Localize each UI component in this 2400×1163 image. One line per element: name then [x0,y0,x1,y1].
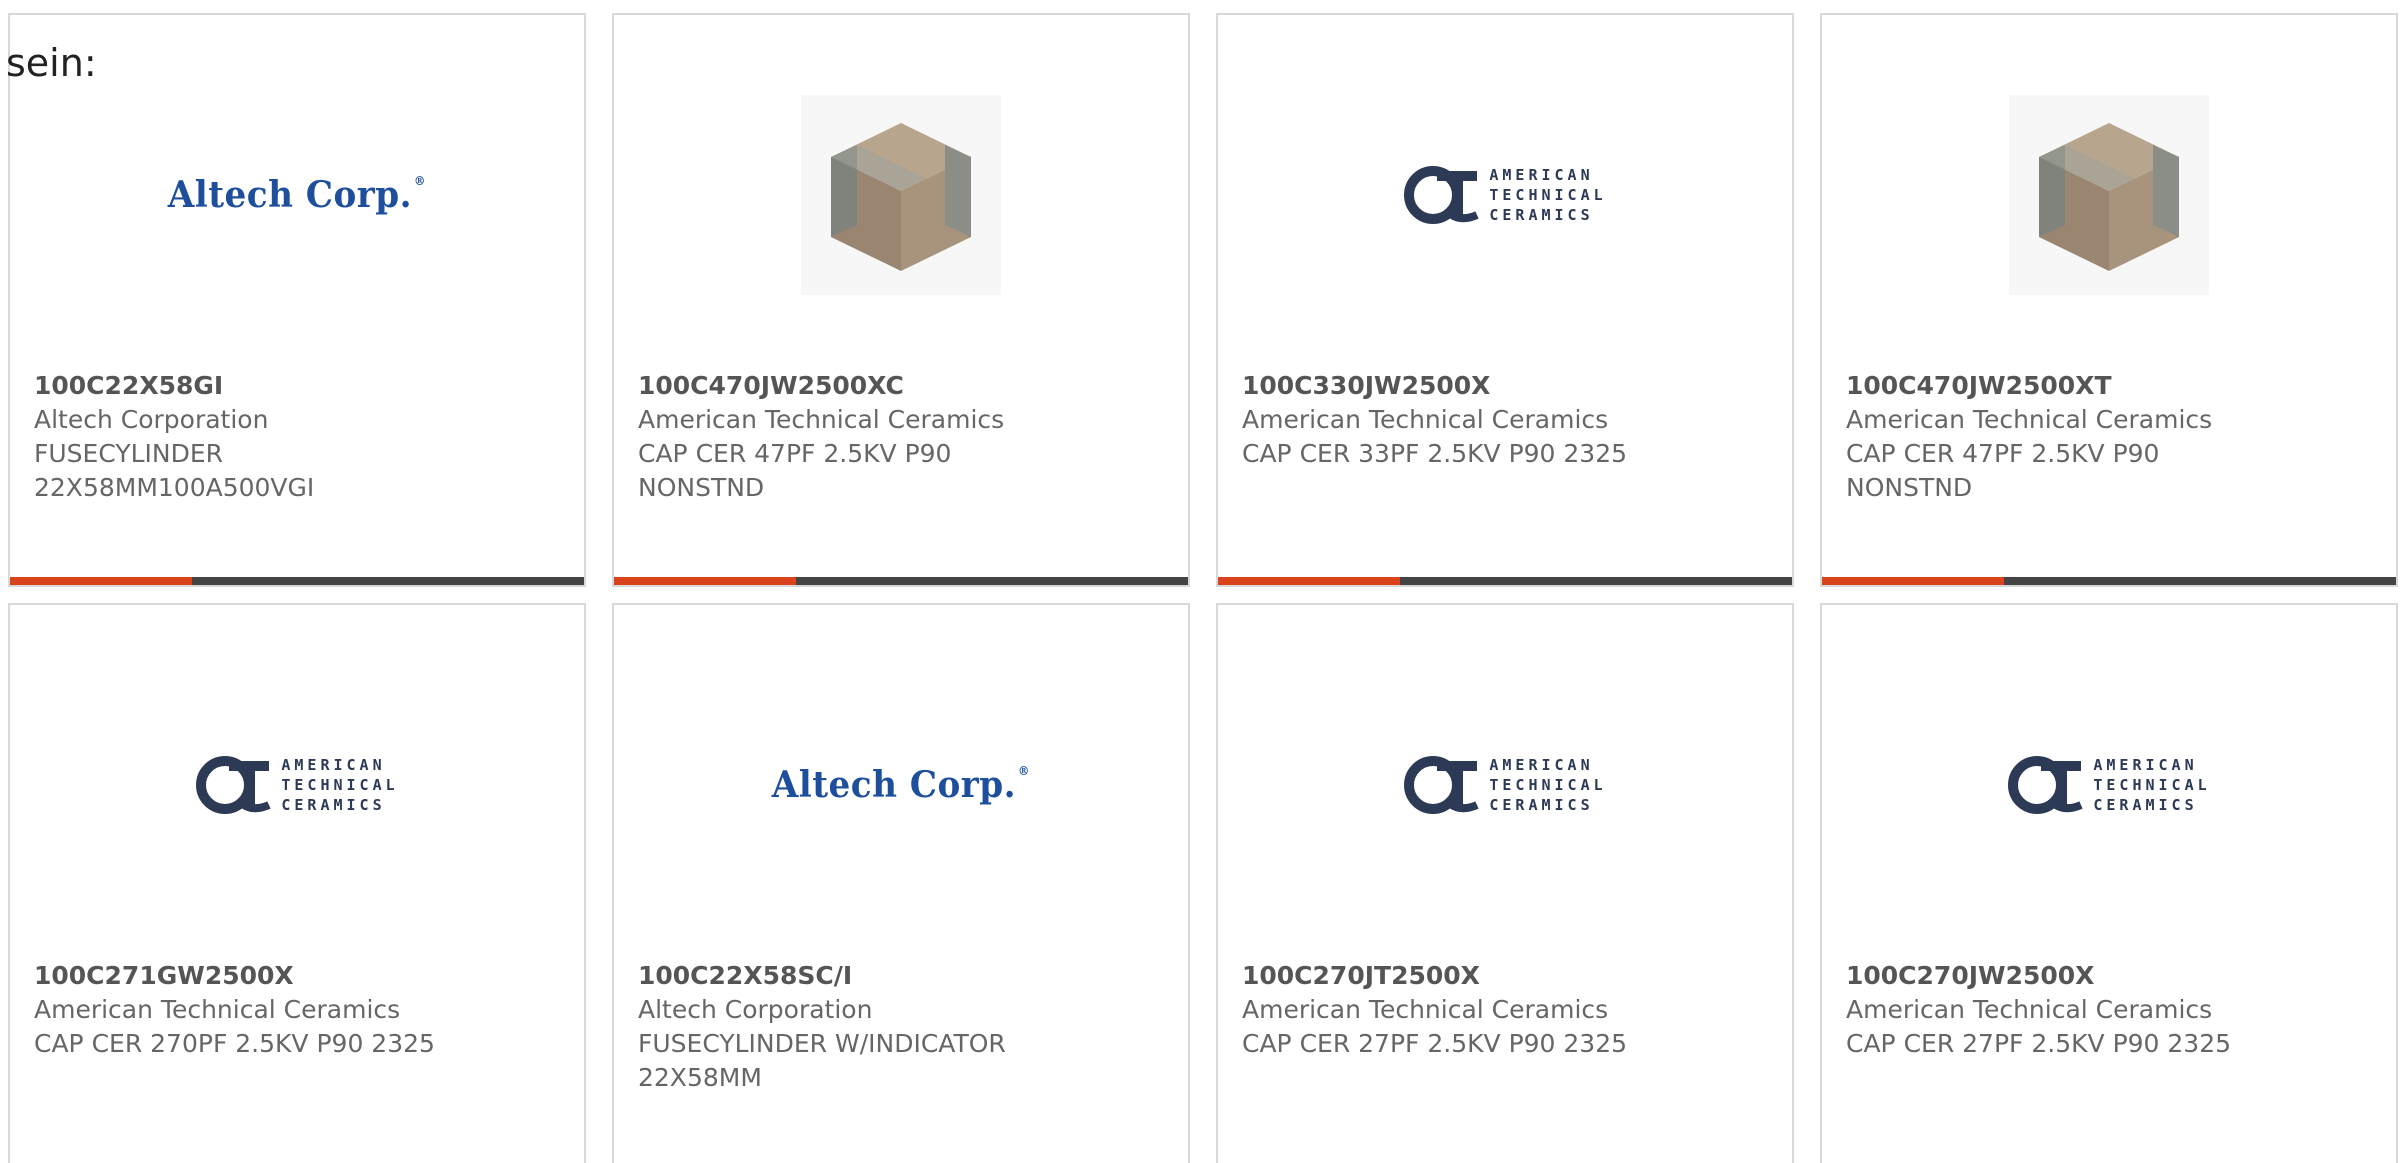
description: CAP CER 270PF 2.5KV P90 2325 [34,1029,435,1058]
part-number: 100C22X58GI [34,371,224,400]
description: NONSTND [1846,473,1973,502]
intro-text: sein: [6,41,97,85]
description: CAP CER 27PF 2.5KV P90 2325 [1242,1029,1628,1058]
atc-logo: AMERICAN TECHNICAL CERAMICS [2007,747,2210,823]
part-number: 100C271GW2500X [34,961,294,990]
product-image: Altech Corp. ® [10,77,584,313]
product-card[interactable]: AMERICAN TECHNICAL CERAMICS 100C270JW250… [1820,603,2398,1163]
card-bar [1218,577,1792,585]
atc-emblem-icon [1404,166,1479,224]
manufacturer: Altech Corporation [34,405,269,434]
product-card[interactable]: 100C470JW2500XC American Technical Ceram… [612,13,1190,587]
manufacturer: American Technical Ceramics [34,995,401,1024]
part-number: 100C22X58SC/I [638,961,853,990]
description: 22X58MM100A500VGI [34,473,315,502]
product-image: AMERICAN TECHNICAL CERAMICS [1822,667,2396,903]
product-card[interactable]: AMERICAN TECHNICAL CERAMICS 100C270JT250… [1216,603,1794,1163]
altech-logo: Altech Corp. ® [771,764,1031,806]
ceramic-capacitor-photo [2009,95,2209,295]
manufacturer: American Technical Ceramics [638,405,1005,434]
atc-logo: AMERICAN TECHNICAL CERAMICS [195,747,398,823]
card-bar [10,577,584,585]
product-image: Altech Corp. ® [614,667,1188,903]
part-number: 100C330JW2500X [1242,371,1491,400]
description: CAP CER 33PF 2.5KV P90 2325 [1242,439,1628,468]
description: NONSTND [638,473,765,502]
description: CAP CER 47PF 2.5KV P90 [638,439,952,468]
manufacturer: American Technical Ceramics [1846,405,2213,434]
description: FUSECYLINDER W/INDICATOR [638,1029,1006,1058]
product-card[interactable]: Altech Corp. ® 100C22X58SC/I Altech Corpo… [612,603,1190,1163]
product-image [614,77,1188,313]
part-number: 100C270JW2500X [1846,961,2095,990]
product-card[interactable]: Altech Corp. ® 100C22X58GI Altech Corpora… [8,13,586,587]
product-grid-page: sein: Altech Corp. ® 100C22X58GI Altech C… [0,0,2400,1163]
description: 22X58MM [638,1063,762,1092]
product-image: AMERICAN TECHNICAL CERAMICS [10,667,584,903]
card-bar [614,577,1188,585]
product-image: AMERICAN TECHNICAL CERAMICS [1218,667,1792,903]
product-card[interactable]: AMERICAN TECHNICAL CERAMICS 100C271GW250… [8,603,586,1163]
card-bar [1822,577,2396,585]
altech-logo: Altech Corp. ® [167,174,427,216]
atc-logo: AMERICAN TECHNICAL CERAMICS [1403,747,1606,823]
part-number: 100C270JT2500X [1242,961,1480,990]
manufacturer: American Technical Ceramics [1242,405,1609,434]
description: CAP CER 27PF 2.5KV P90 2325 [1846,1029,2232,1058]
atc-logo: AMERICAN TECHNICAL CERAMICS [1403,157,1606,233]
description: CAP CER 47PF 2.5KV P90 [1846,439,2160,468]
part-number: 100C470JW2500XT [1846,371,2112,400]
description: FUSECYLINDER [34,439,224,468]
part-number: 100C470JW2500XC [638,371,904,400]
atc-emblem-icon [2008,756,2083,814]
product-card[interactable]: AMERICAN TECHNICAL CERAMICS 100C330JW250… [1216,13,1794,587]
product-card[interactable]: 100C470JW2500XT American Technical Ceram… [1820,13,2398,587]
product-image [1822,77,2396,313]
atc-emblem-icon [196,756,271,814]
product-image: AMERICAN TECHNICAL CERAMICS [1218,77,1792,313]
atc-emblem-icon [1404,756,1479,814]
ceramic-capacitor-photo [801,95,1001,295]
manufacturer: American Technical Ceramics [1242,995,1609,1024]
manufacturer: Altech Corporation [638,995,873,1024]
manufacturer: American Technical Ceramics [1846,995,2213,1024]
